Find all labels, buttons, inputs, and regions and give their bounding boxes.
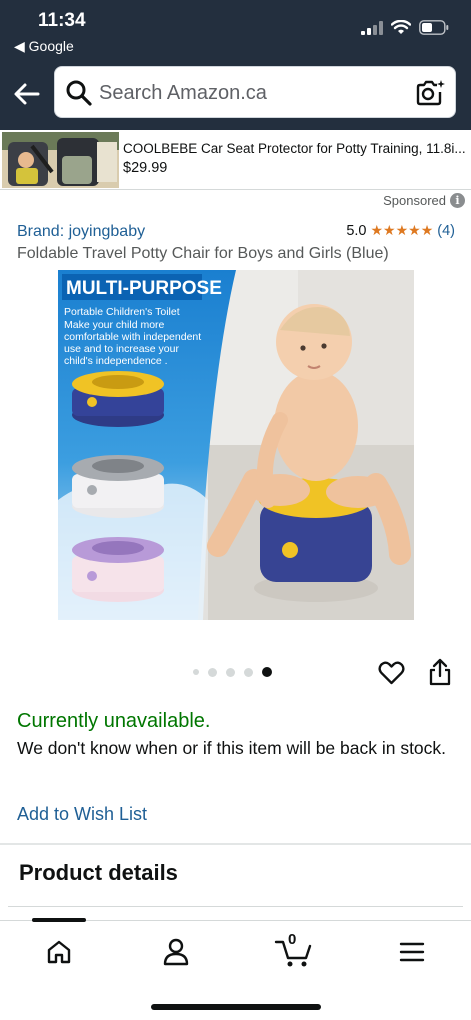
status-time: 11:34 [38,10,86,31]
search-icon[interactable] [65,79,93,107]
stock-note: We don't know when or if this item will … [17,738,447,758]
product-details-heading[interactable]: Product details [19,860,178,886]
image-headline: MULTI-PURPOSE [66,278,222,299]
image-body-line: Make your child more [64,319,165,331]
image-body-line: use and to increase your [64,343,179,355]
star-rating-icon: ★★★★★ [370,222,434,238]
section-divider [8,906,463,907]
cellular-signal-icon [361,20,383,35]
carousel-dot[interactable] [244,667,253,677]
ad-price: $29.99 [123,160,168,176]
home-indicator[interactable] [151,1004,321,1010]
ad-title[interactable]: COOLBEBE Car Seat Protector for Potty Tr… [123,141,467,156]
menu-icon [399,942,425,962]
add-to-wish-list-link[interactable]: Add to Wish List [17,804,147,825]
sponsored-ad-banner[interactable]: COOLBEBE Car Seat Protector for Potty Tr… [0,130,471,190]
battery-icon [419,20,449,35]
rating-summary[interactable]: 5.0 ★★★★★ (4) [346,222,455,239]
section-divider [0,843,471,845]
carousel-dot[interactable] [208,667,217,677]
carousel-dot[interactable] [193,669,199,675]
sponsored-label[interactable]: Sponsored i [383,193,465,208]
image-carousel-dots[interactable] [193,667,272,677]
active-tab-indicator [32,918,86,922]
availability-status: Currently unavailable. [17,710,211,732]
carousel-dot-active[interactable] [262,667,272,677]
back-to-app-link[interactable]: ◀ Google [14,38,74,55]
nav-account-button[interactable] [156,935,196,969]
nav-cart-button[interactable]: 0 [272,931,316,969]
status-icons [361,20,449,35]
search-input[interactable] [99,75,399,111]
product-image[interactable]: MULTI-PURPOSE Portable Children's Toilet… [58,270,414,620]
image-subhead: Portable Children's Toilet [64,306,180,318]
image-body-line: child's independence . [64,355,168,367]
back-arrow-icon[interactable] [10,77,44,111]
product-title: Foldable Travel Potty Chair for Boys and… [17,245,389,262]
account-icon [163,938,189,966]
rating-value: 5.0 [346,222,367,239]
ad-thumbnail[interactable] [2,132,119,188]
carousel-dot[interactable] [226,667,235,677]
heart-icon[interactable] [378,660,405,686]
camera-icon[interactable] [415,78,445,108]
home-icon [47,940,71,964]
wifi-icon [391,20,411,34]
cart-count: 0 [288,931,297,948]
rating-count-link[interactable]: (4) [437,223,455,239]
header-bar: 11:34 ◀ Google [0,0,471,130]
sponsored-text: Sponsored [383,193,446,208]
brand-link[interactable]: Brand: joyingbaby [17,223,145,241]
search-bar[interactable] [54,66,456,118]
nav-menu-button[interactable] [392,935,432,969]
image-body-line: comfortable with independent [64,331,201,343]
nav-home-button[interactable] [39,935,79,969]
info-icon[interactable]: i [450,193,465,208]
share-icon[interactable] [428,658,452,686]
